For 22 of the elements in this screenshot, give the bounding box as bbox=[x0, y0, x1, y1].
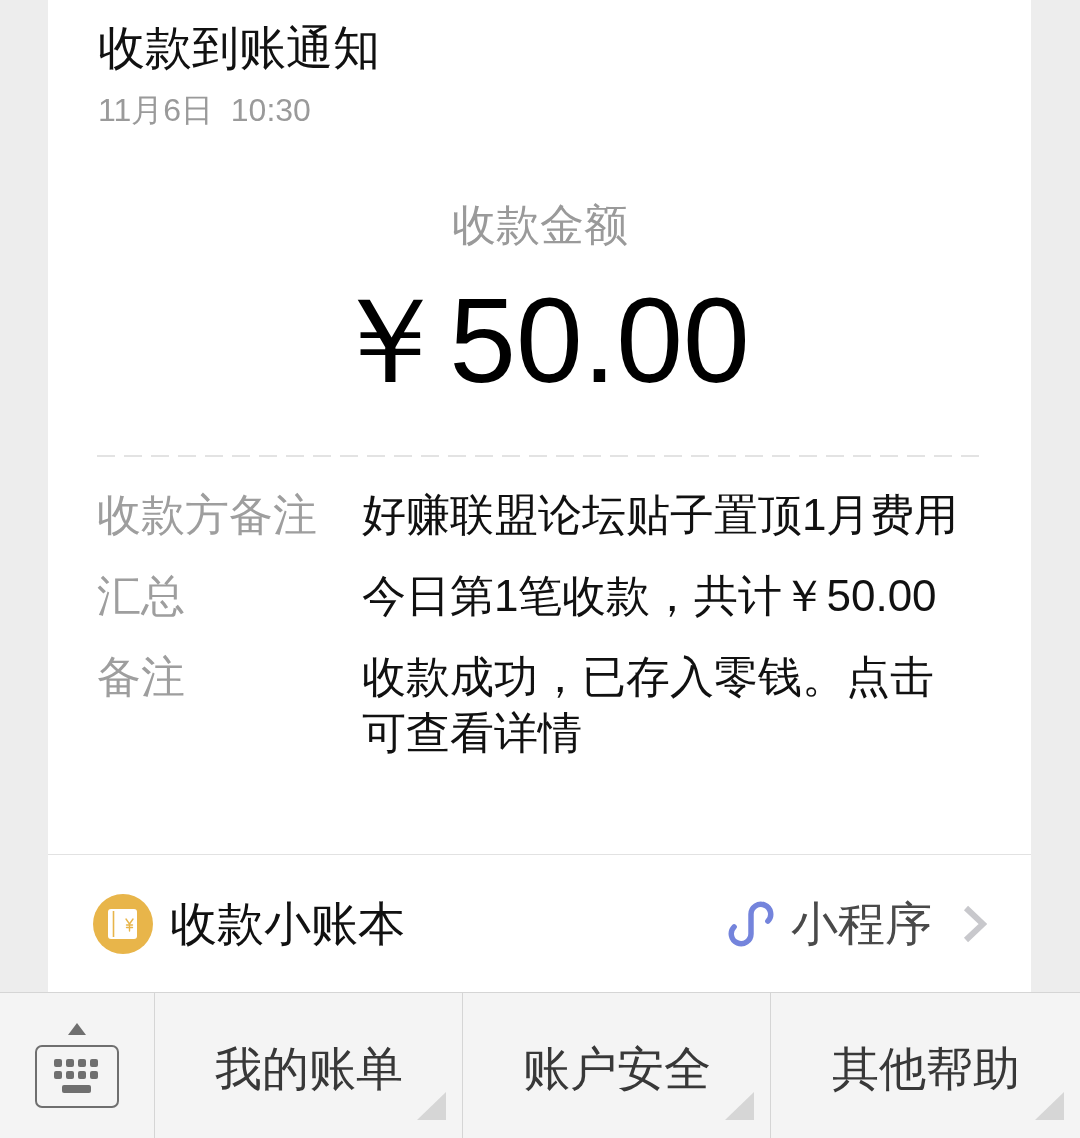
app-name[interactable]: 收款小账本 bbox=[170, 895, 405, 952]
keyboard-icon bbox=[35, 1045, 119, 1108]
amount-value: ￥50.00 bbox=[329, 278, 750, 403]
mini-program-label[interactable]: 小程序 bbox=[791, 895, 932, 952]
notification-title: 收款到账通知 bbox=[98, 20, 380, 76]
detail-label: 备注 bbox=[97, 651, 186, 703]
detail-label: 收款方备注 bbox=[97, 489, 318, 541]
detail-label: 汇总 bbox=[97, 570, 186, 622]
detail-value: 好赚联盟论坛贴子置顶1月费用 bbox=[362, 489, 960, 541]
menu-button[interactable]: 账户安全 bbox=[463, 993, 771, 1138]
submenu-corner-icon bbox=[725, 1092, 754, 1120]
submenu-corner-icon bbox=[417, 1092, 446, 1120]
amount-label: 收款金额 bbox=[451, 199, 628, 251]
menu-button[interactable]: 其他帮助 bbox=[771, 993, 1080, 1138]
notification-time: 11月6日 10:30 bbox=[98, 91, 311, 130]
caret-up-icon bbox=[68, 1023, 86, 1035]
detail-value: 收款成功，已存入零钱。点击可查看详情 bbox=[362, 651, 935, 759]
submenu-corner-icon bbox=[1035, 1092, 1064, 1120]
menu-button[interactable]: 我的账单 bbox=[155, 993, 463, 1138]
mini-program-icon bbox=[728, 900, 774, 947]
detail-value: 今日第1笔收款，共计￥50.00 bbox=[362, 570, 938, 622]
ledger-app-icon bbox=[93, 893, 153, 954]
